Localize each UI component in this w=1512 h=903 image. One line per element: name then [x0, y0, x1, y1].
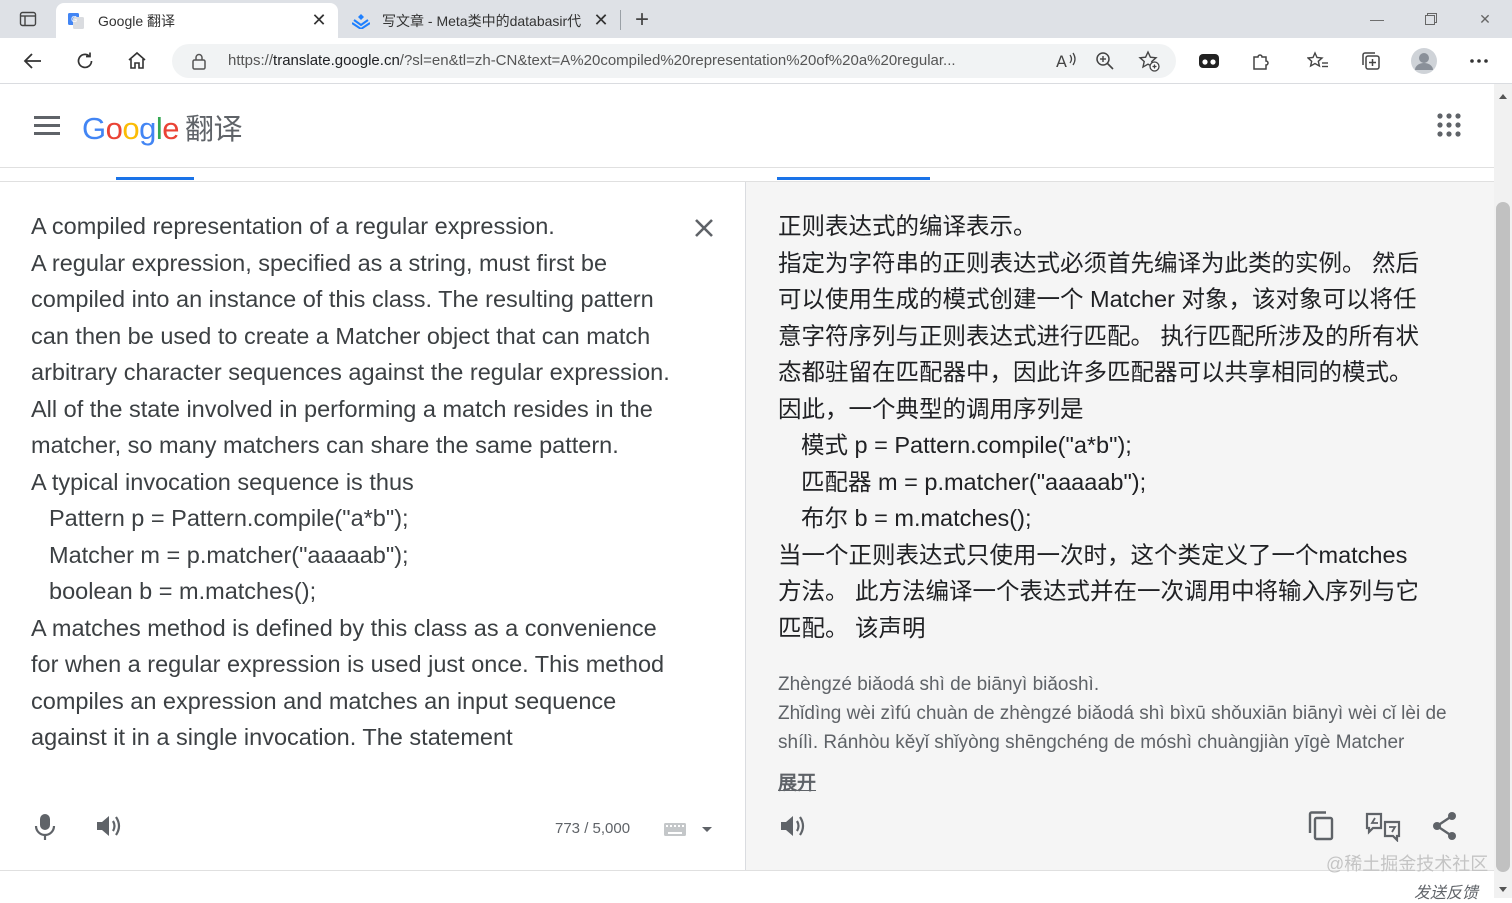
url-text[interactable]: https://translate.google.cn/?sl=en&tl=zh…	[228, 52, 1038, 69]
translation-line: 布尔 b = m.matches();	[801, 505, 1032, 531]
more-menu-icon[interactable]	[1464, 46, 1494, 76]
romanization-line: shílì. Ránhòu kěyǐ shǐyòng shēngchéng de…	[778, 732, 1405, 753]
juejin-icon	[351, 13, 371, 30]
microphone-icon[interactable]	[32, 812, 58, 842]
source-line: A regular expression, specified as a str…	[31, 249, 608, 276]
target-panel: 正则表达式的编译表示。 指定为字符串的正则表达式必须首先编译为此类的实例。 然后…	[746, 182, 1494, 870]
close-tab-icon[interactable]: ✕	[590, 10, 612, 32]
refresh-button[interactable]	[70, 46, 100, 76]
chevron-down-icon[interactable]	[700, 822, 714, 832]
new-tab-button[interactable]: +	[628, 6, 656, 34]
character-count: 773 / 5,000	[555, 820, 631, 837]
source-line: All of the state involved in performing …	[31, 395, 653, 422]
translation-line: 因此，一个典型的调用序列是	[778, 395, 1084, 422]
page-footer	[0, 870, 1494, 898]
add-favorite-icon[interactable]	[1134, 46, 1164, 76]
source-line: compiles an expression and matches an in…	[31, 687, 617, 714]
svg-text:G: G	[71, 15, 77, 24]
source-line: for when a regular expression is used ju…	[31, 651, 665, 677]
tab-juejin-editor[interactable]: 写文章 - Meta类中的databasir代 ✕	[344, 3, 620, 38]
expand-link[interactable]: 展开	[778, 768, 816, 795]
scroll-up-arrow-icon[interactable]	[1497, 88, 1509, 99]
address-bar[interactable]: https://translate.google.cn/?sl=en&tl=zh…	[172, 44, 1176, 78]
home-button[interactable]	[122, 46, 152, 76]
close-tab-icon[interactable]: ✕	[308, 10, 330, 32]
favorites-icon[interactable]	[1303, 46, 1333, 76]
close-window-button[interactable]: ✕	[1462, 6, 1508, 32]
romanization-line: Zhèngzé biǎodá shì de biānyì biǎoshì.	[778, 674, 1100, 695]
zoom-icon[interactable]	[1090, 46, 1120, 76]
rate-translation-icon[interactable]	[1365, 810, 1401, 843]
share-icon[interactable]	[1430, 810, 1460, 842]
source-line: arbitrary character sequences against th…	[31, 359, 670, 385]
tab-title: Google 翻译	[98, 12, 176, 29]
target-listen-icon[interactable]	[778, 812, 808, 840]
source-line: compiled into an instance of this class.…	[31, 286, 654, 312]
translation-line: 正则表达式的编译表示。	[778, 213, 1037, 239]
translation-line: 可以使用生成的模式创建一个 Matcher 对象，该对象可以将任	[778, 286, 1417, 312]
source-line: A compiled representation of a regular e…	[31, 213, 555, 239]
product-name: 翻译	[185, 114, 243, 146]
tab-actions-icon[interactable]	[13, 4, 43, 34]
source-language-tab-indicator[interactable]	[116, 177, 194, 180]
scroll-thumb[interactable]	[1496, 202, 1510, 872]
source-line: A matches method is defined by this clas…	[31, 614, 657, 641]
translation-line: 意字符序列与正则表达式进行匹配。 执行匹配所涉及的所有状	[778, 322, 1420, 349]
google-translate-icon: G	[68, 12, 84, 29]
extensions-puzzle-icon[interactable]	[1246, 46, 1276, 76]
translation-line: 模式 p = Pattern.compile("a*b");	[801, 432, 1132, 458]
tab-title: 写文章 - Meta类中的databasir代	[382, 12, 582, 29]
watermark: @稀土掘金技术社区	[1326, 854, 1489, 874]
source-line: Matcher m = p.matcher("aaaaab");	[49, 541, 409, 568]
translate-header: Google 翻译	[0, 84, 1494, 168]
restore-button[interactable]	[1408, 6, 1454, 32]
back-button[interactable]	[18, 46, 48, 76]
language-bar	[0, 168, 1494, 182]
source-line: boolean b = m.matches();	[49, 578, 317, 604]
browser-tab-bar: G Google 翻译 ✕ 写文章 - Meta类中的databasir代 ✕ …	[0, 0, 1512, 38]
clear-text-icon[interactable]	[692, 216, 716, 240]
source-line: Pattern p = Pattern.compile("a*b");	[49, 505, 409, 531]
translation-line: 态都驻留在匹配器中，因此许多匹配器可以共享相同的模式。	[778, 359, 1413, 385]
minimize-button[interactable]: —	[1354, 6, 1400, 32]
target-language-tab-indicator[interactable]	[777, 177, 930, 180]
svg-text:A: A	[1056, 52, 1067, 71]
source-line: matcher, so many matchers can share the …	[31, 432, 619, 458]
translation-line: 指定为字符串的正则表达式必须首先编译为此类的实例。 然后	[778, 249, 1420, 276]
tab-google-translate[interactable]: G Google 翻译 ✕	[56, 3, 338, 38]
read-aloud-icon[interactable]: A	[1052, 46, 1082, 76]
translation-line: 匹配器 m = p.matcher("aaaaab");	[801, 468, 1147, 495]
source-panel: A compiled representation of a regular e…	[0, 182, 746, 870]
keyboard-icon[interactable]	[664, 823, 686, 836]
extension-icon[interactable]	[1194, 46, 1224, 76]
menu-icon[interactable]	[34, 116, 60, 136]
translation-output: 正则表达式的编译表示。 指定为字符串的正则表达式必须首先编译为此类的实例。 然后…	[778, 208, 1438, 646]
browser-toolbar: https://translate.google.cn/?sl=en&tl=zh…	[0, 38, 1512, 84]
source-line: against it in a single invocation. The s…	[31, 724, 513, 750]
collections-icon[interactable]	[1356, 46, 1386, 76]
page-scrollbar[interactable]	[1494, 84, 1512, 898]
source-text-input[interactable]: A compiled representation of a regular e…	[31, 208, 691, 756]
translation-line: 方法。 此方法编译一个表达式并在一次调用中将输入序列与它	[778, 578, 1420, 604]
send-feedback-link[interactable]: 发送反馈	[1414, 879, 1478, 903]
profile-avatar-icon[interactable]	[1409, 46, 1439, 76]
copy-icon[interactable]	[1306, 810, 1336, 842]
tab-divider	[620, 10, 621, 30]
google-apps-icon[interactable]	[1436, 112, 1462, 138]
scroll-down-arrow-icon[interactable]	[1497, 882, 1509, 892]
google-translate-logo[interactable]: Google 翻译	[82, 106, 243, 148]
translation-line: 匹配。 该声明	[778, 614, 926, 641]
romanization-line: Zhǐdìng wèi zìfú chuàn de zhèngzé biǎodá…	[778, 703, 1447, 724]
source-listen-icon[interactable]	[94, 812, 124, 840]
translation-line: 当一个正则表达式只使用一次时，这个类定义了一个matches	[778, 541, 1408, 568]
lock-icon[interactable]	[190, 52, 208, 70]
source-line: can then be used to create a Matcher obj…	[31, 322, 651, 349]
source-line: A typical invocation sequence is thus	[31, 468, 414, 495]
romanization: Zhèngzé biǎodá shì de biānyì biǎoshì. Zh…	[778, 670, 1468, 757]
